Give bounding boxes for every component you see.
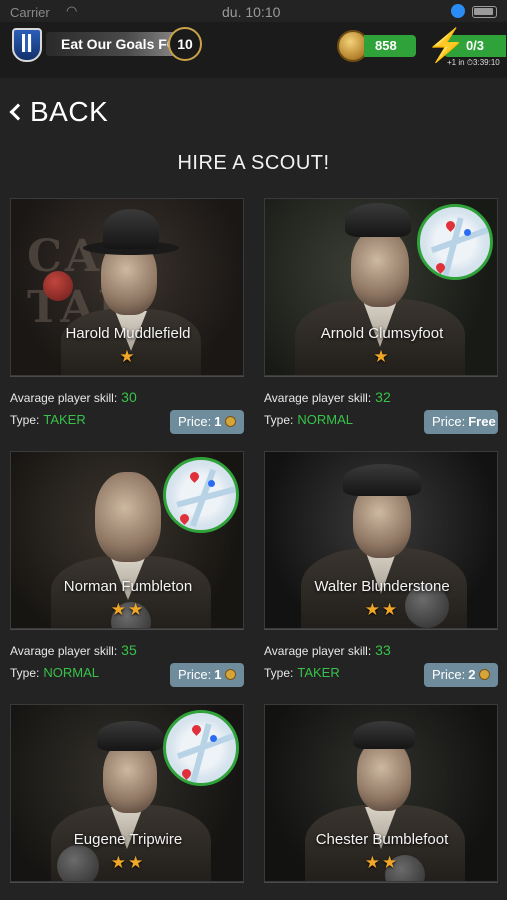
price-value: 1	[214, 414, 222, 429]
scout-name: Walter Blunderstone	[314, 578, 450, 595]
coin-icon	[479, 669, 491, 680]
divider	[264, 882, 498, 883]
divider	[10, 376, 244, 377]
type-value: TAKER	[297, 665, 340, 680]
club-name[interactable]: Eat Our Goals FC	[46, 32, 180, 56]
type-value: TAKER	[43, 412, 86, 427]
hire-price-button[interactable]: Price: Free	[424, 410, 498, 434]
type-value: NORMAL	[297, 412, 353, 427]
app-screen: Carrier ◠ du. 10:10 Eat Our Goals FC 10 …	[0, 0, 507, 900]
type-row: Type: NORMAL	[264, 412, 353, 427]
skill-label: Avarage player skill:	[10, 391, 118, 405]
divider	[10, 882, 244, 883]
clock: du. 10:10	[222, 4, 281, 20]
divider	[264, 376, 498, 377]
price-value: 1	[214, 667, 222, 682]
back-label: BACK	[30, 96, 109, 127]
club-level-badge: 10	[168, 27, 202, 61]
scout-portrait: Eugene Tripwire ★★	[10, 704, 244, 882]
scout-name: Harold Muddlefield	[65, 325, 191, 342]
star-rating-icon: ★	[119, 347, 137, 366]
scout-card[interactable]: Eugene Tripwire ★★	[10, 704, 244, 900]
scout-card[interactable]: Norman Fumbleton ★★ Avarage player skill…	[10, 451, 244, 689]
scout-name: Chester Bumblefoot	[315, 831, 449, 848]
star-rating-icon: ★	[373, 347, 391, 366]
scout-card[interactable]: CAL TAL Harold Muddlefield ★ Avarage pla…	[10, 198, 244, 436]
skill-row: Avarage player skill: 30	[10, 389, 137, 405]
lightning-icon: ⚡	[426, 27, 466, 63]
coin-icon	[225, 669, 237, 680]
skill-row: Avarage player skill: 32	[264, 389, 391, 405]
page-title: HIRE A SCOUT!	[177, 152, 330, 174]
coin-icon	[225, 416, 237, 427]
location-icon	[451, 4, 465, 18]
price-label: Price:	[432, 667, 466, 682]
scout-name: Norman Fumbleton	[63, 578, 193, 595]
star-rating-icon: ★★	[364, 853, 400, 872]
scout-portrait: Arnold Clumsyfoot ★	[264, 198, 498, 376]
price-label: Price:	[178, 414, 212, 429]
map-location-icon	[417, 204, 493, 280]
price-value: 2	[468, 667, 476, 682]
type-row: Type: TAKER	[10, 412, 86, 427]
divider	[10, 629, 244, 630]
skill-label: Avarage player skill:	[264, 644, 372, 658]
battery-icon	[472, 6, 497, 18]
energy-refill-timer: +1 in ⏱3:39:10	[447, 58, 500, 67]
scout-portrait: Norman Fumbleton ★★	[10, 451, 244, 629]
type-row: Type: TAKER	[264, 665, 340, 680]
star-rating-icon: ★★	[110, 853, 146, 872]
skill-value: 33	[375, 642, 391, 658]
skill-value: 30	[121, 389, 137, 405]
map-location-icon	[163, 710, 239, 786]
skill-value: 32	[375, 389, 391, 405]
wifi-icon: ◠	[66, 3, 78, 18]
skill-row: Avarage player skill: 35	[10, 642, 137, 658]
coin-balance[interactable]: 858	[364, 35, 416, 57]
price-value: Free	[468, 414, 496, 429]
hire-price-button[interactable]: Price: 1	[170, 410, 244, 434]
scout-portrait: Chester Bumblefoot ★★	[264, 704, 498, 882]
chevron-left-icon	[9, 103, 27, 121]
skill-row: Avarage player skill: 33	[264, 642, 391, 658]
type-label: Type:	[264, 666, 294, 680]
scout-card[interactable]: Walter Blunderstone ★★ Avarage player sk…	[264, 451, 498, 689]
scout-portrait: CAL TAL Harold Muddlefield ★	[10, 198, 244, 376]
type-label: Type:	[264, 413, 294, 427]
back-button[interactable]: BACK	[8, 92, 108, 132]
price-label: Price:	[178, 667, 212, 682]
skill-value: 35	[121, 642, 137, 658]
price-label: Price:	[432, 414, 466, 429]
scout-name: Arnold Clumsyfoot	[320, 325, 444, 342]
scout-portrait: Walter Blunderstone ★★	[264, 451, 498, 629]
hire-price-button[interactable]: Price: 1	[170, 663, 244, 687]
divider	[264, 629, 498, 630]
scout-card[interactable]: Chester Bumblefoot ★★	[264, 704, 498, 900]
type-value: NORMAL	[43, 665, 99, 680]
scout-name: Eugene Tripwire	[73, 831, 183, 848]
skill-label: Avarage player skill:	[264, 391, 372, 405]
carrier-label: Carrier	[10, 5, 50, 20]
type-label: Type:	[10, 413, 40, 427]
type-row: Type: NORMAL	[10, 665, 99, 680]
skill-label: Avarage player skill:	[10, 644, 118, 658]
star-rating-icon: ★★	[110, 600, 146, 619]
hire-price-button[interactable]: Price: 2	[424, 663, 498, 687]
map-location-icon	[163, 457, 239, 533]
top-header: Eat Our Goals FC 10 858 0/3 ⚡ +1 in ⏱3:3…	[0, 22, 507, 78]
type-label: Type:	[10, 666, 40, 680]
club-crest-icon[interactable]	[12, 28, 42, 62]
scout-card[interactable]: Arnold Clumsyfoot ★ Avarage player skill…	[264, 198, 498, 436]
star-rating-icon: ★★	[364, 600, 400, 619]
